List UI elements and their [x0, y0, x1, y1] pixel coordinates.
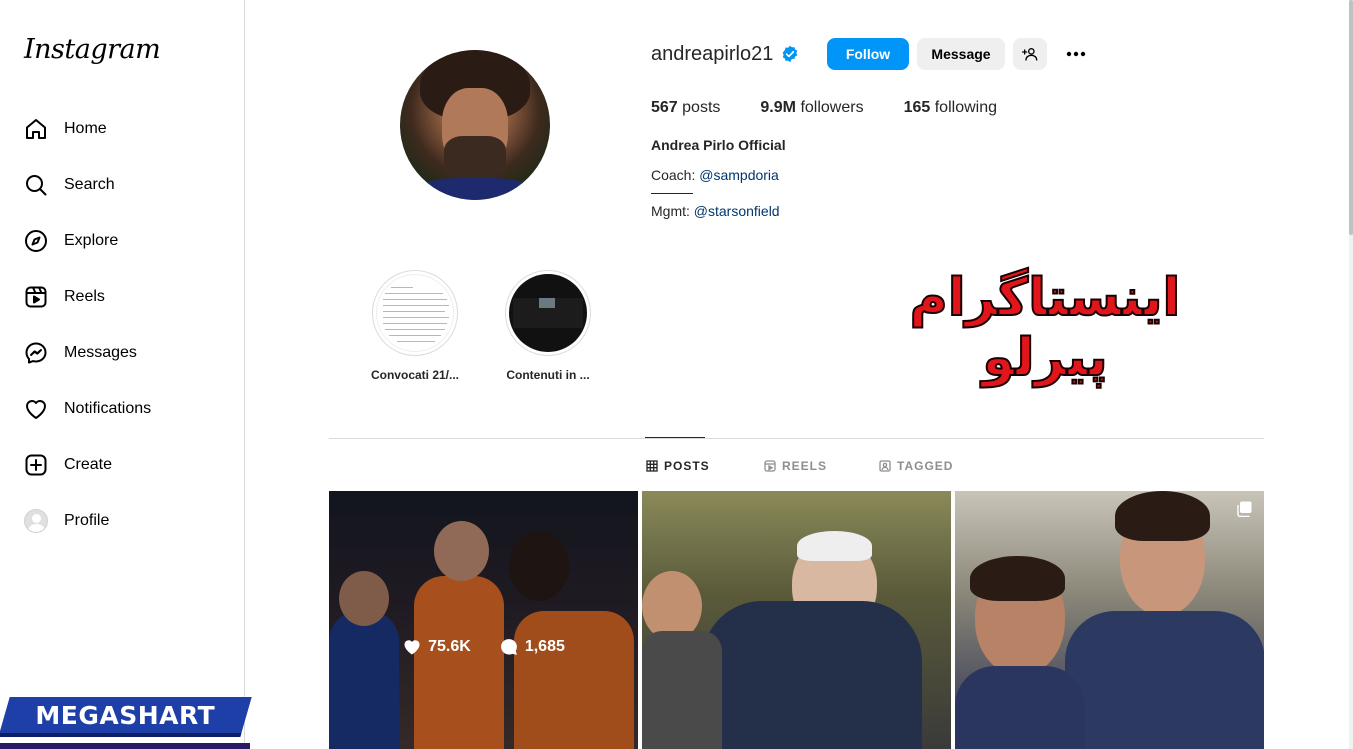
- plus-square-icon: [25, 454, 47, 476]
- heart-filled-icon: [404, 640, 420, 655]
- posts-count: 567 posts: [651, 99, 721, 116]
- highlight-label: Contenuti in ...: [506, 368, 590, 382]
- bio-separator: [651, 193, 693, 194]
- profile-photo-beard: [444, 136, 506, 184]
- post-likes: 75.6K: [402, 637, 471, 657]
- tab-posts[interactable]: POSTS: [646, 459, 710, 473]
- sidebar-item-label: Search: [64, 176, 115, 193]
- highlight-ring: [505, 270, 591, 356]
- sidebar-item-label: Profile: [64, 512, 110, 529]
- tab-tagged[interactable]: TAGGED: [879, 459, 953, 473]
- suggested-accounts-button[interactable]: [1013, 38, 1047, 70]
- post-hover-overlay: [329, 491, 638, 749]
- post-comments: 1,685: [499, 637, 565, 657]
- bio-link-starsonfield[interactable]: @starsonfield: [694, 203, 780, 219]
- profile-stats: 567 posts 9.9M followers 165 following: [651, 99, 1037, 117]
- sidebar-nav: Home Search Explore Reels Messages Notif…: [12, 101, 232, 549]
- post-hover-stats: 75.6K 1,685: [329, 637, 638, 657]
- more-horizontal-icon: [1066, 51, 1086, 57]
- highlight-cover: [509, 274, 587, 352]
- sidebar-item-label: Create: [64, 456, 113, 473]
- sidebar-item-profile[interactable]: Profile: [12, 493, 232, 549]
- tab-label: TAGGED: [897, 459, 954, 473]
- tab-label: REELS: [782, 459, 828, 473]
- profile-full-name: Andrea Pirlo Official: [651, 137, 786, 153]
- avatar: [24, 509, 48, 533]
- multiple-photos-icon: [1237, 501, 1252, 517]
- highlight-cover: [376, 274, 454, 352]
- heart-icon: [26, 400, 46, 419]
- watermark-text: MEGASHART: [35, 700, 216, 730]
- profile-photo-shirt: [410, 178, 540, 200]
- following-count[interactable]: 165 following: [904, 99, 997, 117]
- sidebar-item-messages[interactable]: Messages: [12, 325, 232, 381]
- instagram-logo[interactable]: Instagram: [24, 34, 161, 65]
- profile-picture[interactable]: [400, 50, 550, 200]
- active-tab-indicator: [645, 437, 705, 438]
- sidebar-item-label: Home: [64, 120, 107, 137]
- profile-username: andreapirlo21: [651, 42, 774, 65]
- reels-icon: [764, 460, 776, 472]
- highlight-label: Convocati 21/...: [370, 368, 460, 382]
- post-thumbnail[interactable]: 75.6K 1,685: [329, 491, 638, 749]
- scrollbar-thumb[interactable]: [1349, 0, 1353, 235]
- sidebar-item-label: Reels: [64, 288, 105, 305]
- sidebar-item-label: Explore: [64, 232, 119, 249]
- sidebar-item-explore[interactable]: Explore: [12, 213, 232, 269]
- compass-icon: [25, 230, 47, 252]
- tagged-person-icon: [879, 460, 891, 472]
- tabs-divider: [329, 438, 1264, 439]
- messenger-icon: [25, 342, 47, 364]
- grid-icon: [646, 460, 658, 472]
- sidebar: Instagram Home Search Explore Reels Mess…: [0, 0, 245, 749]
- follow-button[interactable]: Follow: [827, 38, 909, 70]
- username-row: andreapirlo21: [651, 38, 799, 70]
- highlight-contenuti[interactable]: Contenuti in ...: [493, 270, 603, 382]
- home-icon: [26, 119, 46, 139]
- sidebar-item-notifications[interactable]: Notifications: [12, 381, 232, 437]
- search-icon: [26, 175, 47, 196]
- tab-label: POSTS: [664, 459, 710, 473]
- highlight-convocati[interactable]: Convocati 21/...: [360, 270, 470, 382]
- sidebar-item-home[interactable]: Home: [12, 101, 232, 157]
- overlay-persian-caption: اینستاگرام پیرلو: [909, 267, 1182, 389]
- sidebar-item-label: Messages: [64, 344, 137, 361]
- reels-icon: [25, 286, 47, 308]
- tab-reels[interactable]: REELS: [764, 459, 827, 473]
- comment-filled-icon: [500, 639, 517, 655]
- verified-badge-icon: [783, 45, 798, 63]
- megashart-watermark: MEGASHART: [0, 697, 252, 737]
- highlight-ring: [372, 270, 458, 356]
- bio-coach: Coach: @sampdoria: [651, 167, 779, 183]
- sidebar-item-reels[interactable]: Reels: [12, 269, 232, 325]
- add-person-icon: [1022, 48, 1038, 61]
- post-thumbnail[interactable]: [955, 491, 1264, 749]
- bottom-strip: [0, 743, 250, 749]
- bio-mgmt: Mgmt: @starsonfield: [651, 203, 780, 219]
- sidebar-item-label: Notifications: [64, 400, 152, 417]
- sidebar-item-create[interactable]: Create: [12, 437, 232, 493]
- post-thumbnail[interactable]: [642, 491, 951, 749]
- followers-count[interactable]: 9.9M followers: [760, 99, 863, 117]
- message-button[interactable]: Message: [917, 38, 1005, 70]
- sidebar-item-search[interactable]: Search: [12, 157, 232, 213]
- more-options-button[interactable]: [1063, 38, 1089, 70]
- bio-link-sampdoria[interactable]: @sampdoria: [699, 167, 779, 183]
